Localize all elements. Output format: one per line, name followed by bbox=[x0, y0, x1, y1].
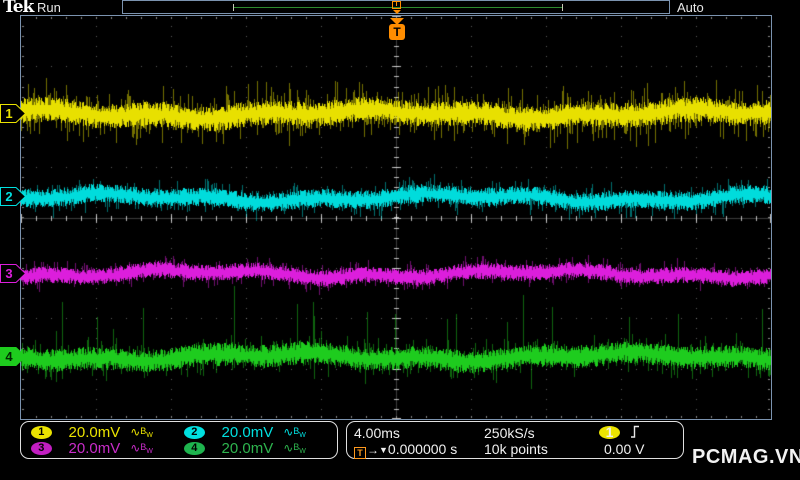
top-status-bar: Tek Run T Auto bbox=[0, 0, 800, 17]
channel-3-coupling-bw-icon: ∿BW bbox=[130, 441, 153, 455]
channel-4-scale: 20.0mV bbox=[221, 439, 274, 457]
trigger-source-badge: 1 bbox=[599, 425, 620, 439]
record-start-tick bbox=[233, 4, 234, 11]
graticule: T bbox=[20, 15, 772, 420]
svg-text:1: 1 bbox=[5, 106, 12, 121]
rising-edge-icon bbox=[631, 425, 639, 438]
channel-4-coupling-bw-icon: ∿BW bbox=[283, 441, 306, 455]
record-trigger-marker-icon: T bbox=[391, 1, 402, 14]
horizontal-trigger-readout-box: 4.00ms 250kS/s 1 T →▼0.000000 s 10k point… bbox=[346, 421, 684, 459]
channel-2-coupling-bw-icon: ∿BW bbox=[283, 425, 306, 439]
trigger-position-flag: T bbox=[389, 24, 405, 40]
trigger-level-readout: 0.00 V bbox=[604, 441, 645, 457]
record-end-tick bbox=[562, 4, 563, 11]
record-view-bar: T bbox=[122, 0, 670, 14]
arrow-right-icon: → bbox=[367, 443, 379, 457]
record-trigger-t-icon: T bbox=[392, 1, 401, 9]
channel-1-badge: 1 bbox=[31, 425, 52, 439]
channel-1-coupling-bw-icon: ∿BW bbox=[130, 425, 153, 439]
timebase-readout: 4.00ms bbox=[354, 425, 400, 441]
svg-text:4: 4 bbox=[5, 349, 13, 364]
sample-rate-readout: 250kS/s bbox=[484, 425, 535, 441]
channel-2-ground-marker: 2 bbox=[0, 187, 27, 206]
readout-row-2: 3 20.0mV ∿BW 4 20.0mV ∿BW bbox=[31, 439, 337, 457]
oscilloscope-screen: Tek Run T Auto T 1 2 3 4 1 20.0mV ∿BW 2 … bbox=[0, 0, 800, 480]
waveform-canvas bbox=[21, 16, 771, 419]
channel-3-ground-marker: 3 bbox=[0, 264, 27, 283]
vertical-readout-box: 1 20.0mV ∿BW 2 20.0mV ∿BW 3 20.0mV ∿BW 4… bbox=[20, 421, 338, 459]
svg-text:2: 2 bbox=[5, 189, 12, 204]
channel-4-badge: 4 bbox=[184, 441, 205, 455]
channel-3-scale: 20.0mV bbox=[68, 439, 121, 457]
readout-row-1: 1 20.0mV ∿BW 2 20.0mV ∿BW bbox=[31, 423, 337, 441]
channel-3-badge: 3 bbox=[31, 441, 52, 455]
svg-text:3: 3 bbox=[5, 266, 12, 281]
channel-1-ground-marker: 1 bbox=[0, 104, 27, 123]
trigger-t-icon: T bbox=[354, 447, 366, 459]
trigger-position-readout: T →▼0.000000 s bbox=[354, 441, 457, 459]
record-length-readout: 10k points bbox=[484, 441, 548, 457]
channel-1-scale: 20.0mV bbox=[68, 423, 121, 441]
channel-2-scale: 20.0mV bbox=[221, 423, 274, 441]
channel-4-ground-marker: 4 bbox=[0, 347, 27, 366]
record-trigger-arrow-icon bbox=[393, 10, 401, 14]
trigger-mode-label: Auto bbox=[677, 0, 704, 15]
watermark: PCMAG.VN bbox=[692, 446, 800, 468]
acquisition-status: Run bbox=[37, 0, 61, 15]
triangle-down-icon: ▼ bbox=[379, 445, 388, 455]
channel-2-badge: 2 bbox=[184, 425, 205, 439]
